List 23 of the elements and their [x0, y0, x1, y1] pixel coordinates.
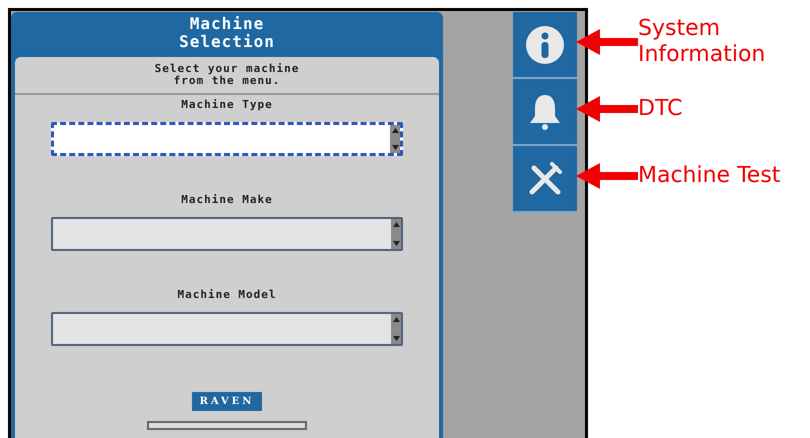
callout-label: DTC [638, 96, 682, 122]
field-label: Machine Type [181, 99, 273, 111]
logo: RAVEN [192, 392, 262, 411]
field-label: Machine Model [177, 289, 277, 301]
spinner-icon [391, 219, 401, 249]
arrow-icon [576, 28, 638, 54]
arrow-icon [576, 162, 638, 188]
arrow-icon [576, 96, 638, 122]
dropdown-field[interactable] [51, 312, 403, 346]
instruction-text: Select your machine from the menu. [15, 57, 439, 95]
dropdown-field[interactable] [51, 122, 403, 156]
bell-icon [529, 92, 561, 130]
panel-title: Machine Selection [178, 13, 276, 53]
dropdown-field[interactable] [51, 217, 403, 251]
callout-label: System Information [638, 16, 766, 68]
spinner-icon [390, 125, 400, 153]
spinner-icon [391, 314, 401, 344]
info-icon [525, 24, 565, 64]
callout-label: Machine Test [638, 162, 780, 188]
field-label: Machine Make [181, 194, 273, 206]
bell-button[interactable] [513, 79, 577, 146]
tools-button[interactable] [513, 146, 577, 213]
info-button[interactable] [513, 12, 577, 79]
